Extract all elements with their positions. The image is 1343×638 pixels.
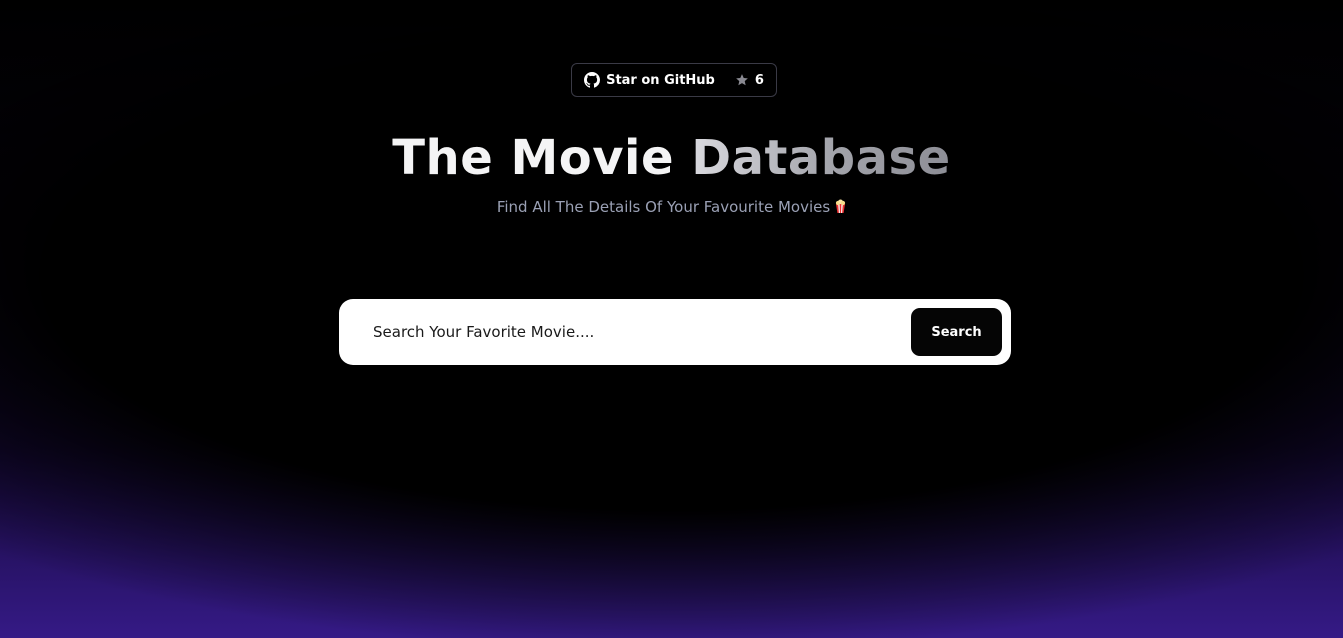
- page-title: The Movie Database: [0, 128, 1343, 188]
- star-count: 6: [754, 72, 764, 88]
- hero-section: Star on GitHub 6 The Movie Database Find…: [0, 0, 1343, 638]
- github-star-label: Star on GitHub: [606, 72, 715, 88]
- search-input[interactable]: [371, 311, 911, 353]
- page-subtitle: Find All The Details Of Your Favourite M…: [0, 198, 1343, 216]
- popcorn-icon: [835, 199, 846, 213]
- title-part-primary: The Movie: [392, 130, 692, 186]
- subtitle-text: Find All The Details Of Your Favourite M…: [496, 198, 831, 216]
- title-part-gradient: Database: [691, 130, 951, 186]
- github-star-button[interactable]: Star on GitHub 6: [571, 63, 777, 97]
- search-button[interactable]: Search: [911, 308, 1002, 356]
- star-icon: [735, 73, 749, 87]
- search-bar: Search: [339, 299, 1011, 365]
- github-icon: [584, 72, 601, 88]
